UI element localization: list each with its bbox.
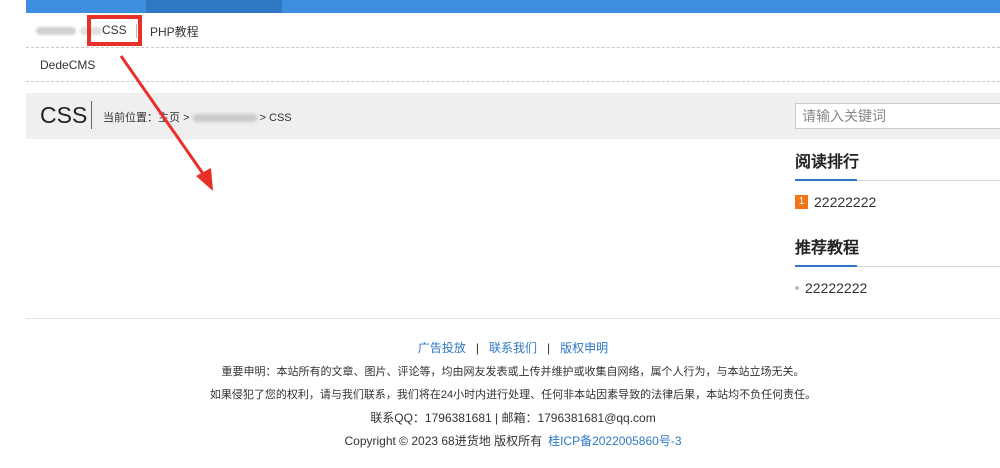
list-item-title[interactable]: 22222222 (814, 194, 876, 210)
top-nav-bar (26, 0, 1000, 13)
subnav-item-php[interactable]: PHP教程 (150, 23, 199, 40)
rank-badge: 1 (795, 195, 808, 209)
breadcrumb: 当前位置：主页 > > CSS (103, 109, 292, 125)
footer-copyright: Copyright © 2023 68进货地 版权所有 桂ICP备20220058… (26, 432, 1000, 449)
footer-links: 广告投放 | 联系我们 | 版权申明 (26, 339, 1000, 356)
sidebar: 阅读排行 1 22222222 推荐教程 22222222 (795, 145, 1000, 309)
icp-link[interactable]: 桂ICP备2022005860号-3 (548, 434, 681, 448)
top-nav-active-tab[interactable] (146, 0, 282, 13)
bullet-icon (795, 286, 799, 290)
footer: 广告投放 | 联系我们 | 版权申明 重要申明：本站所有的文章、图片、评论等，均由网友发… (26, 318, 1000, 468)
breadcrumb-separator: > (259, 112, 266, 124)
breadcrumb-current[interactable]: CSS (269, 112, 292, 124)
footer-link-ads[interactable]: 广告投放 (418, 341, 466, 355)
search-box (795, 103, 1000, 129)
recommend-list: 22222222 (795, 267, 1000, 309)
list-item-title[interactable]: 22222222 (805, 280, 867, 296)
recommend-title: 推荐教程 (795, 231, 1000, 267)
recommend-panel: 推荐教程 22222222 (795, 231, 1000, 309)
title-divider (91, 101, 92, 129)
highlight-box (87, 15, 142, 46)
category-subnav: CSS PHP教程 (26, 13, 1000, 48)
search-input[interactable] (796, 104, 1000, 128)
page-title: CSS (40, 102, 88, 128)
footer-link-divider: | (547, 341, 551, 355)
breadcrumb-separator: > (183, 112, 190, 124)
subnav-item-dedecms[interactable]: DedeCMS (40, 58, 95, 72)
footer-contact: 联系QQ：1796381681 | 邮箱：1796381681@qq.com (370, 411, 656, 425)
category-subnav-row2: DedeCMS (26, 48, 1000, 82)
blurred-breadcrumb (192, 114, 257, 123)
footer-notice: 如果侵犯了您的权利，请与我们联系，我们将在24小时内进行处理、任何非本站因素导致… (209, 389, 817, 401)
reading-rank-panel: 阅读排行 1 22222222 (795, 145, 1000, 223)
arrow-head (196, 168, 213, 191)
blurred-nav-item (36, 27, 76, 35)
breadcrumb-prefix: 当前位置： (103, 112, 158, 124)
footer-link-copyright[interactable]: 版权申明 (560, 341, 608, 355)
copyright-text: Copyright © 2023 68进货地 版权所有 (344, 434, 543, 448)
breadcrumb-home[interactable]: 主页 (158, 112, 180, 124)
list-item[interactable]: 1 22222222 (795, 191, 1000, 213)
footer-link-contact[interactable]: 联系我们 (489, 341, 537, 355)
reading-rank-list: 1 22222222 (795, 181, 1000, 223)
footer-link-divider: | (475, 341, 479, 355)
list-item[interactable]: 22222222 (795, 277, 1000, 299)
footer-notice: 重要申明：本站所有的文章、图片、评论等，均由网友发表或上传并维护或收集自网络，属… (221, 366, 805, 378)
reading-rank-title: 阅读排行 (795, 145, 1000, 181)
